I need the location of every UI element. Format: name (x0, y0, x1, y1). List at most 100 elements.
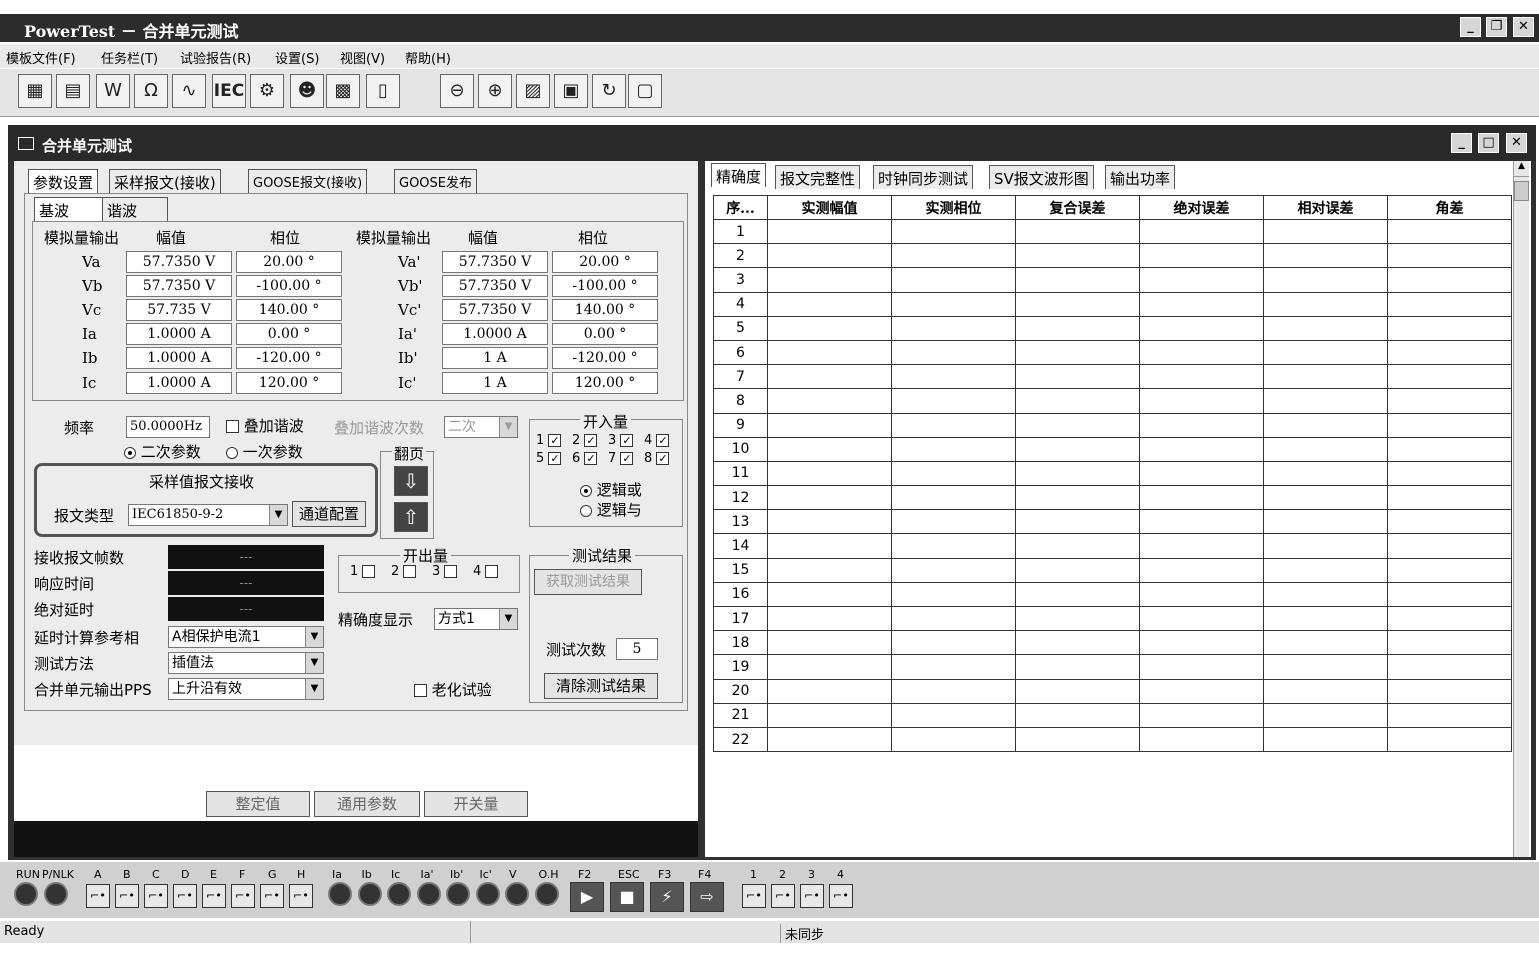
checkbox[interactable] (226, 420, 239, 433)
method-select[interactable]: 插值法 ▼ (168, 652, 324, 674)
phasor-icon[interactable]: Ω (134, 74, 168, 108)
amplitude-input[interactable]: 57.735 V (126, 299, 232, 321)
amplitude-input[interactable]: 1.0000 A (126, 347, 232, 369)
phase-input-2[interactable]: 120.00 ° (552, 372, 658, 394)
binary-input-item[interactable]: 3 ✓ (608, 433, 634, 448)
phase-input[interactable]: -100.00 ° (236, 275, 342, 297)
clear-result-button[interactable]: 清除测试结果 (544, 673, 658, 699)
table-row[interactable]: 11 (713, 460, 1512, 487)
user-icon[interactable]: ☻ (290, 74, 324, 108)
amplitude-input[interactable]: 57.7350 V (126, 275, 232, 297)
child-minimize-button[interactable]: _ (1451, 133, 1472, 153)
screen-icon[interactable]: ▢ (628, 74, 662, 108)
amplitude-input[interactable]: 57.7350 V (126, 251, 232, 273)
secondary-radio[interactable]: 二次参数 (124, 441, 201, 462)
tab-sv-waveform[interactable]: SV报文波形图 (989, 165, 1094, 189)
phase-input[interactable]: 0.00 ° (236, 323, 342, 345)
menu-report[interactable]: 试验报告(R) (180, 48, 251, 67)
amplitude-input[interactable]: 1.0000 A (126, 372, 232, 394)
checkbox[interactable] (414, 684, 427, 697)
word-icon[interactable]: W (96, 74, 130, 108)
menu-template-file[interactable]: 模板文件(F) (6, 48, 76, 67)
table-row[interactable]: 22 (713, 726, 1512, 753)
binary-input-item[interactable]: 8 ✓ (644, 451, 670, 466)
phase-input-2[interactable]: 20.00 ° (552, 251, 658, 273)
channel-config-button[interactable]: 通道配置 (292, 501, 366, 527)
radio[interactable] (580, 504, 592, 517)
fkey-button[interactable]: ▶ (570, 882, 604, 912)
table-row[interactable]: 14 (713, 533, 1512, 559)
page-up-button[interactable]: ⇧ (394, 502, 428, 532)
monitor-icon[interactable]: ▣ (554, 74, 588, 108)
table-row[interactable]: 21 (713, 702, 1512, 728)
tab-parameters[interactable]: 参数设置 (28, 169, 99, 193)
phase-input[interactable]: 120.00 ° (236, 372, 342, 394)
radio-checked[interactable] (124, 446, 136, 459)
checkbox[interactable] (403, 565, 417, 578)
table-row[interactable]: 4 (713, 291, 1512, 317)
checkbox[interactable] (485, 565, 499, 578)
precision-select[interactable]: 方式1 ▼ (434, 608, 518, 630)
grid-icon[interactable]: ▩ (326, 74, 360, 108)
amplitude-input-2[interactable]: 57.7350 V (442, 275, 548, 297)
tab-output-power[interactable]: 输出功率 (1105, 165, 1176, 189)
menu-taskbar[interactable]: 任务栏(T) (101, 48, 158, 67)
phase-input-2[interactable]: -100.00 ° (552, 275, 658, 297)
logic-or-radio[interactable]: 逻辑或 (580, 479, 642, 500)
get-result-button[interactable]: 获取测试结果 (534, 569, 642, 595)
binary-input-item[interactable]: 7 ✓ (608, 451, 634, 466)
table-row[interactable]: 1 (713, 218, 1512, 245)
phase-input[interactable]: -120.00 ° (236, 347, 342, 369)
checkbox-checked[interactable]: ✓ (584, 434, 598, 447)
table-row[interactable]: 15 (713, 557, 1512, 583)
table-row[interactable]: 18 (713, 630, 1512, 656)
book-icon[interactable]: ▯ (366, 74, 400, 108)
waveform-icon[interactable]: ∿ (172, 74, 206, 108)
zoom-in-icon[interactable]: ⊕ (478, 74, 512, 108)
table-row[interactable]: 20 (713, 678, 1512, 704)
fkey-button[interactable]: ⇨ (690, 882, 724, 912)
amplitude-input[interactable]: 1.0000 A (126, 323, 232, 345)
table-row[interactable]: 7 (713, 364, 1512, 390)
checkbox-checked[interactable]: ✓ (548, 434, 562, 447)
fkey-button[interactable]: ■ (610, 882, 644, 912)
menu-view[interactable]: 视图(V) (340, 48, 385, 67)
vertical-scrollbar[interactable]: ▲ (1513, 161, 1529, 857)
chart-icon[interactable]: ▨ (516, 74, 550, 108)
radio[interactable] (226, 446, 238, 459)
refresh-icon[interactable]: ↻ (592, 74, 626, 108)
checkbox-checked[interactable]: ✓ (584, 452, 598, 465)
tab-accuracy[interactable]: 精确度 (711, 163, 767, 187)
zoom-out-icon[interactable]: ⊖ (440, 74, 474, 108)
binary-input-item[interactable]: 6 ✓ (572, 451, 598, 466)
pps-select[interactable]: 上升沿有效 ▼ (168, 678, 324, 700)
amplitude-input-2[interactable]: 57.7350 V (442, 251, 548, 273)
tab-sv-receive[interactable]: 采样报文(接收) (109, 169, 221, 193)
binary-input-item[interactable]: 5 ✓ (536, 451, 562, 466)
table-row[interactable]: 13 (713, 509, 1512, 535)
iec-icon[interactable]: IEC (212, 74, 246, 108)
child-close-button[interactable]: ✕ (1506, 133, 1527, 153)
primary-radio[interactable]: 一次参数 (226, 441, 303, 462)
table-row[interactable]: 12 (713, 485, 1512, 511)
table-row[interactable]: 17 (713, 605, 1512, 632)
frequency-input[interactable]: 50.0000Hz (126, 416, 210, 438)
tab-fundamental[interactable]: 基波 (34, 197, 104, 221)
binary-input-item[interactable]: 2 ✓ (572, 433, 598, 448)
child-maximize-button[interactable]: □ (1478, 133, 1499, 153)
checkbox-checked[interactable]: ✓ (620, 434, 634, 447)
page-down-button[interactable]: ⇩ (394, 466, 428, 496)
menu-settings[interactable]: 设置(S) (275, 48, 319, 67)
table-row[interactable]: 9 (713, 412, 1512, 438)
scroll-up-icon[interactable]: ▲ (1514, 161, 1529, 177)
tab-goose-receive[interactable]: GOOSE报文(接收) (248, 169, 368, 193)
overlay-harmonic-checkbox[interactable]: 叠加谐波 (226, 415, 304, 436)
tab-harmonic[interactable]: 谐波 (102, 197, 168, 221)
switch-button[interactable]: 开关量 (424, 791, 528, 817)
table-icon[interactable]: ▦ (18, 74, 52, 108)
phase-input-2[interactable]: -120.00 ° (552, 347, 658, 369)
phase-input[interactable]: 20.00 ° (236, 251, 342, 273)
amplitude-input-2[interactable]: 57.7350 V (442, 299, 548, 321)
fkey-button[interactable]: ⚡ (650, 882, 684, 912)
binary-output-item[interactable]: 2 (391, 564, 417, 579)
